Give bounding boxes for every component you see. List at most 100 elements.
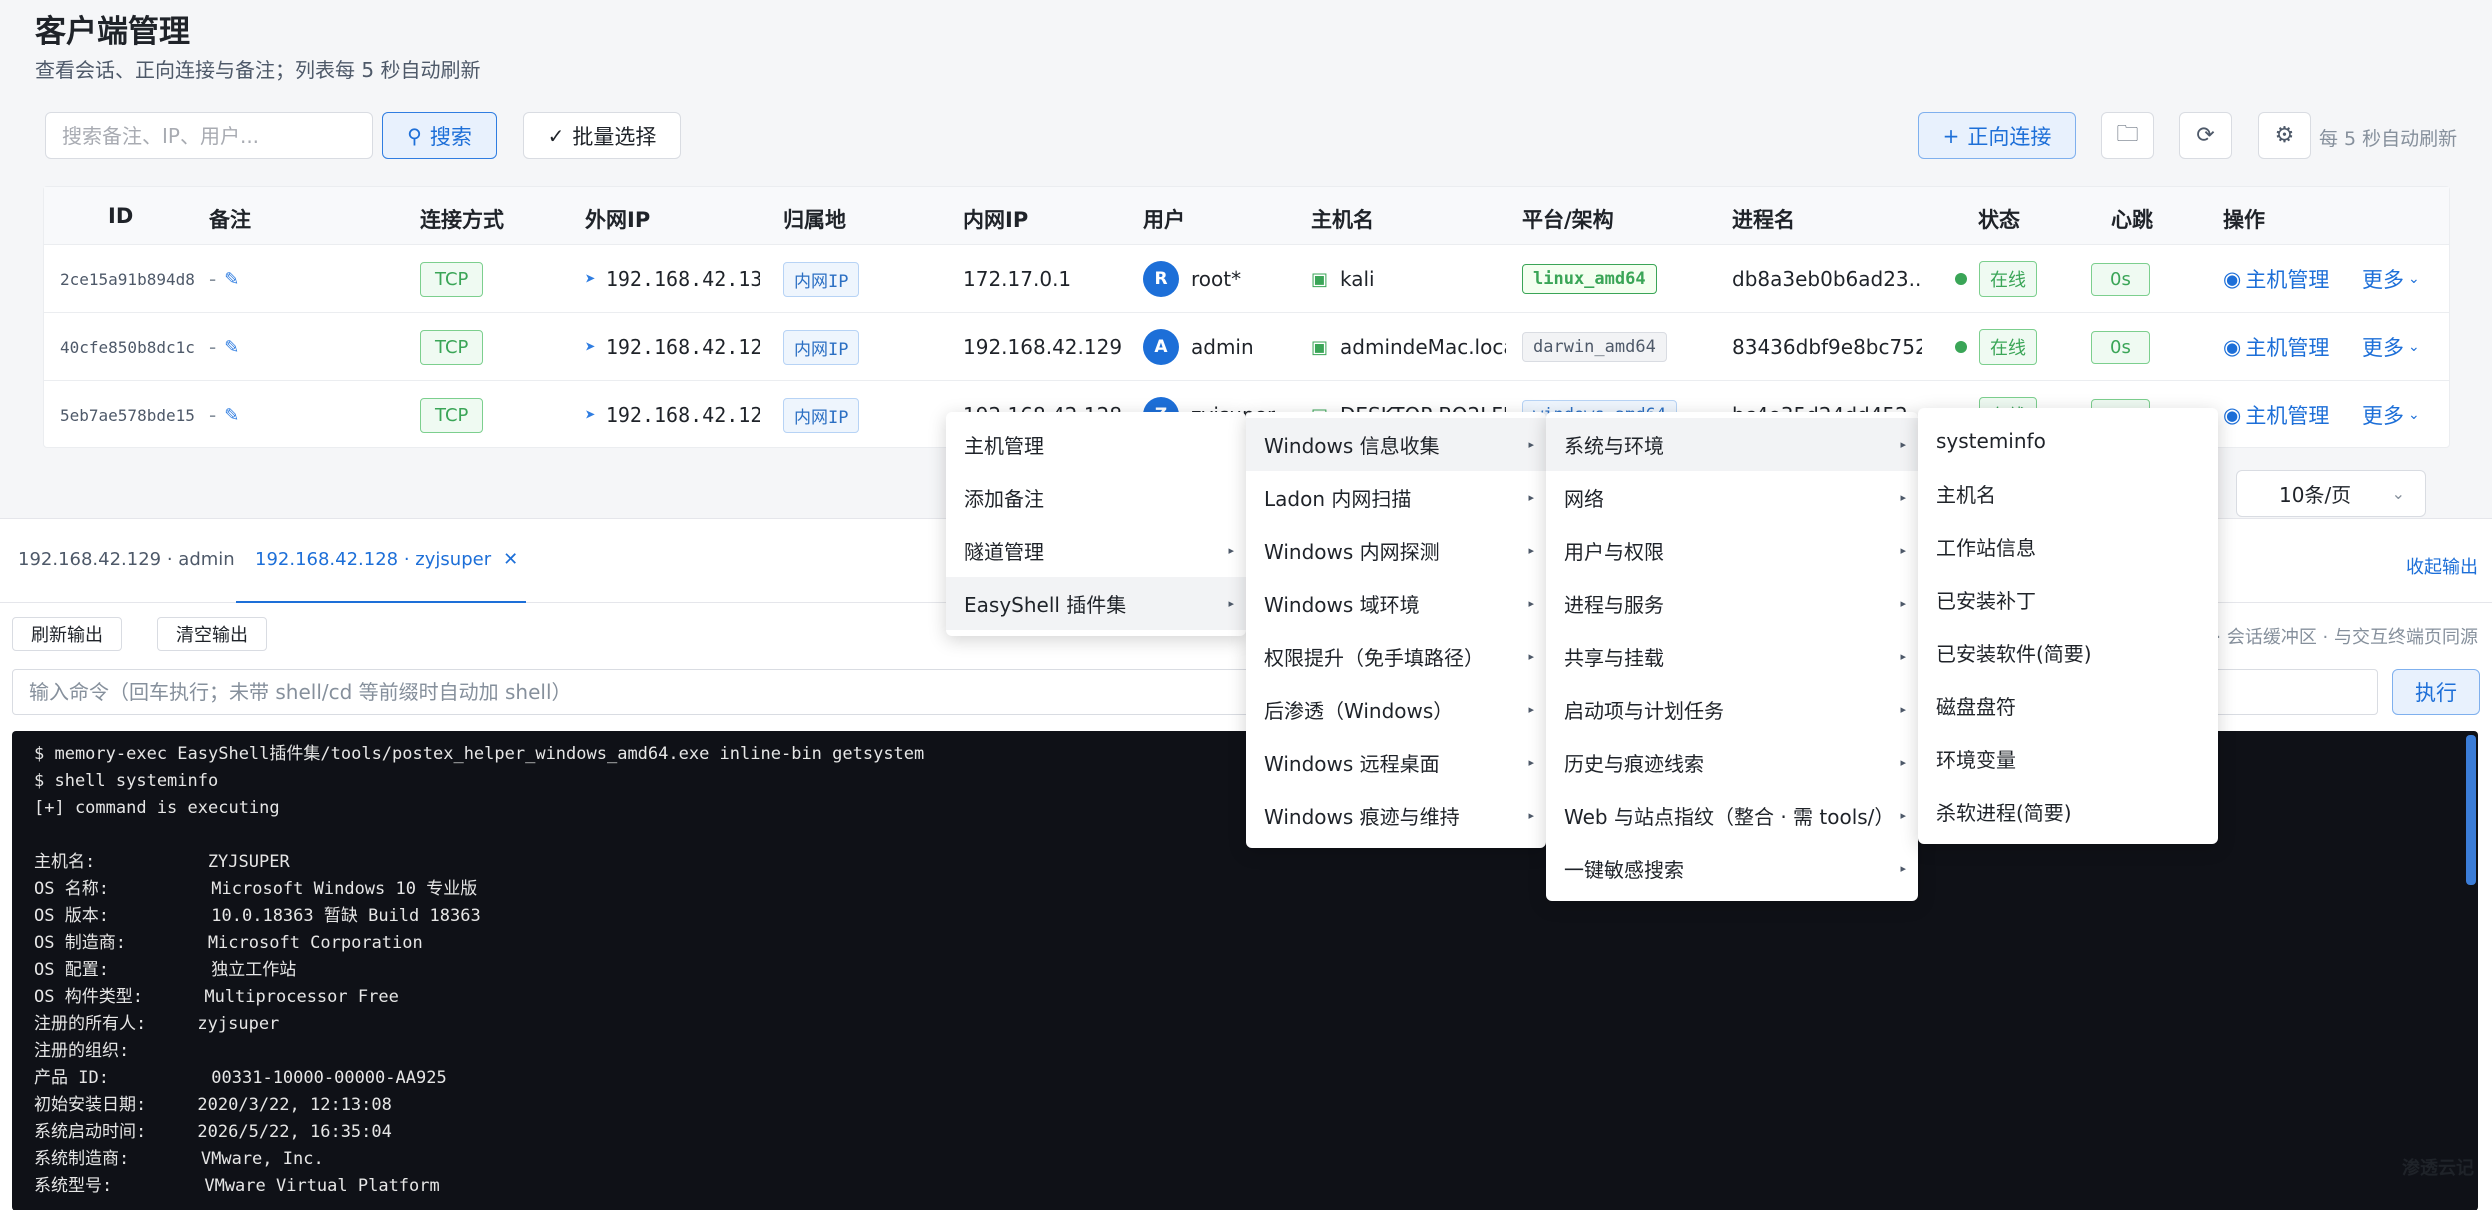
host-manage-link[interactable]: ◉ 主机管理 [2223, 381, 2329, 449]
menu-item-startup[interactable]: 启动项与计划任务 ▸ [1546, 683, 1918, 736]
menu-item-label: 磁盘盘符 [1936, 695, 2016, 719]
avatar: A [1143, 329, 1179, 365]
menu-item-label: 进程与服务 [1564, 593, 1664, 617]
menu-item-ladon[interactable]: Ladon 内网扫描 ▸ [1246, 471, 1546, 524]
menu-item-postex[interactable]: 后渗透（Windows） ▸ [1246, 683, 1546, 736]
cell-remark: - ✎ [209, 381, 239, 449]
navigate-icon: ➤ [585, 404, 596, 426]
more-link[interactable]: 更多 ⌄ [2362, 381, 2420, 449]
more-link[interactable]: 更多 ⌄ [2362, 313, 2420, 381]
cell-heartbeat: 0s [2091, 313, 2150, 381]
clear-output-button[interactable]: 清空输出 [157, 617, 267, 651]
submenu-arrow-icon: ▸ [1528, 809, 1534, 822]
edit-icon[interactable]: ✎ [224, 337, 239, 358]
more-link[interactable]: 更多 ⌄ [2362, 245, 2420, 313]
cell-extip: ➤ 192.168.42.128 [585, 381, 760, 449]
host-manage-label: 主机管理 [2245, 404, 2330, 428]
menu-item-av-procs[interactable]: 杀软进程(简要) [1918, 785, 2218, 838]
edit-icon[interactable]: ✎ [224, 269, 239, 290]
menu-item-history[interactable]: 历史与痕迹线索 ▸ [1546, 736, 1918, 789]
th-id: ID [108, 204, 134, 228]
table-row: 2ce15a91b894d8 - ✎ TCP ➤ 192.168.42.133 内网… [44, 245, 2449, 313]
menu-item-win-probe[interactable]: Windows 内网探测 ▸ [1246, 524, 1546, 577]
menu-item-traces[interactable]: Windows 痕迹与维持 ▸ [1246, 789, 1546, 842]
submenu-arrow-icon: ▸ [1228, 544, 1234, 557]
menu-item-win-info[interactable]: Windows 信息收集 ▸ [1246, 418, 1546, 471]
refresh-output-button[interactable]: 刷新输出 [12, 617, 122, 651]
menu-item-tunnel[interactable]: 隧道管理 ▸ [946, 524, 1246, 577]
location-tag: 内网IP [783, 397, 860, 433]
eye-icon: ◉ [2223, 335, 2242, 359]
collapse-output-link[interactable]: 收起输出 [2406, 553, 2478, 579]
th-host: 主机名 [1311, 208, 1374, 232]
menu-item-label: 共享与挂载 [1564, 646, 1664, 670]
edit-icon[interactable]: ✎ [224, 405, 239, 426]
heartbeat-badge: 0s [2091, 262, 2150, 296]
settings-button[interactable]: ⚙ [2258, 112, 2311, 159]
batch-select-label: 批量选择 [572, 124, 657, 149]
cell-host: ▣ admindeMac.local [1311, 313, 1506, 381]
menu-item-systeminfo[interactable]: systeminfo [1918, 414, 2218, 467]
search-input[interactable] [45, 112, 373, 159]
menu-item-procs[interactable]: 进程与服务 ▸ [1546, 577, 1918, 630]
menu-item-workstation[interactable]: 工作站信息 [1918, 520, 2218, 573]
menu-item-sys-env[interactable]: 系统与环境 ▸ [1546, 418, 1918, 471]
chevron-down-icon: ⌄ [2408, 339, 2420, 355]
execute-button[interactable]: 执行 [2392, 669, 2480, 715]
menu-item-hostname[interactable]: 主机名 [1918, 467, 2218, 520]
th-heartbeat: 心跳 [2111, 208, 2153, 232]
menu-item-env-vars[interactable]: 环境变量 [1918, 732, 2218, 785]
terminal-line: OS 配置: 独立工作站 [34, 960, 297, 980]
terminal-line: 产品 ID: 00331-10000-00000-AA925 [34, 1068, 447, 1088]
forward-connect-label: 正向连接 [1967, 124, 2052, 149]
menu-item-easyshell[interactable]: EasyShell 插件集 ▸ [946, 577, 1246, 630]
platform-tag: darwin_amd64 [1522, 332, 1667, 362]
menu-item-drives[interactable]: 磁盘盘符 [1918, 679, 2218, 732]
close-icon[interactable]: ✕ [503, 549, 518, 570]
menu-item-patches[interactable]: 已安装补丁 [1918, 573, 2218, 626]
terminal-line: OS 制造商: Microsoft Corporation [34, 933, 423, 953]
cell-extip: ➤ 192.168.42.133 [585, 245, 760, 313]
terminal-scrollbar[interactable] [2466, 735, 2476, 885]
search-icon: ⚲ [407, 123, 422, 148]
refresh-button[interactable]: ⟳ [2179, 112, 2232, 159]
page-subtitle: 查看会话、正向连接与备注；列表每 5 秒自动刷新 [35, 58, 481, 82]
menu-item-label: Windows 域环境 [1264, 593, 1420, 617]
search-button[interactable]: ⚲ 搜索 [382, 112, 497, 159]
menu-item-web-fingerprint[interactable]: Web 与站点指纹（整合 · 需 tools/） ▸ [1546, 789, 1918, 842]
submenu-sys-env: systeminfo 主机名 工作站信息 已安装补丁 已安装软件(简要) 磁盘盘… [1918, 408, 2218, 844]
page-size-select[interactable]: 10条/页 ⌄ [2236, 470, 2426, 517]
menu-item-users[interactable]: 用户与权限 ▸ [1546, 524, 1918, 577]
more-label: 更多 [2362, 336, 2404, 360]
host-manage-link[interactable]: ◉ 主机管理 [2223, 313, 2329, 381]
session-tab-active[interactable]: 192.168.42.128 · zyjsuper ✕ [255, 549, 518, 570]
host-manage-link[interactable]: ◉ 主机管理 [2223, 245, 2329, 313]
menu-item-software[interactable]: 已安装软件(简要) [1918, 626, 2218, 679]
folder-button[interactable]: 🗀 [2101, 112, 2154, 159]
forward-connect-button[interactable]: + 正向连接 [1918, 112, 2076, 159]
th-status: 状态 [1978, 208, 2020, 232]
cell-inip: 172.17.0.1 [963, 267, 1072, 291]
submenu-arrow-icon: ▸ [1900, 756, 1906, 769]
cell-host: ▣ kali [1311, 245, 1506, 313]
conn-tag: TCP [420, 329, 484, 365]
th-extip: 外网IP [585, 208, 651, 232]
submenu-arrow-icon: ▸ [1900, 809, 1906, 822]
menu-item-network[interactable]: 网络 ▸ [1546, 471, 1918, 524]
menu-item-sensitive-search[interactable]: 一键敏感搜索 ▸ [1546, 842, 1918, 895]
menu-item-rdp[interactable]: Windows 远程桌面 ▸ [1246, 736, 1546, 789]
session-tab[interactable]: 192.168.42.129 · admin [18, 549, 235, 570]
cell-id: 2ce15a91b894d8 [60, 269, 195, 289]
batch-select-button[interactable]: ✓ 批量选择 [523, 112, 681, 159]
plus-icon: + [1942, 123, 1960, 148]
menu-item-shares[interactable]: 共享与挂载 ▸ [1546, 630, 1918, 683]
menu-item-host-manage[interactable]: 主机管理 [946, 418, 1246, 471]
submenu-arrow-icon: ▸ [1900, 544, 1906, 557]
submenu-arrow-icon: ▸ [1900, 703, 1906, 716]
eye-icon: ◉ [2223, 267, 2242, 291]
remark-text: - [209, 403, 217, 427]
menu-item-privesc[interactable]: 权限提升（免手填路径） ▸ [1246, 630, 1546, 683]
extip-text: 192.168.42.128 [605, 403, 760, 427]
menu-item-win-domain[interactable]: Windows 域环境 ▸ [1246, 577, 1546, 630]
menu-item-add-remark[interactable]: 添加备注 [946, 471, 1246, 524]
